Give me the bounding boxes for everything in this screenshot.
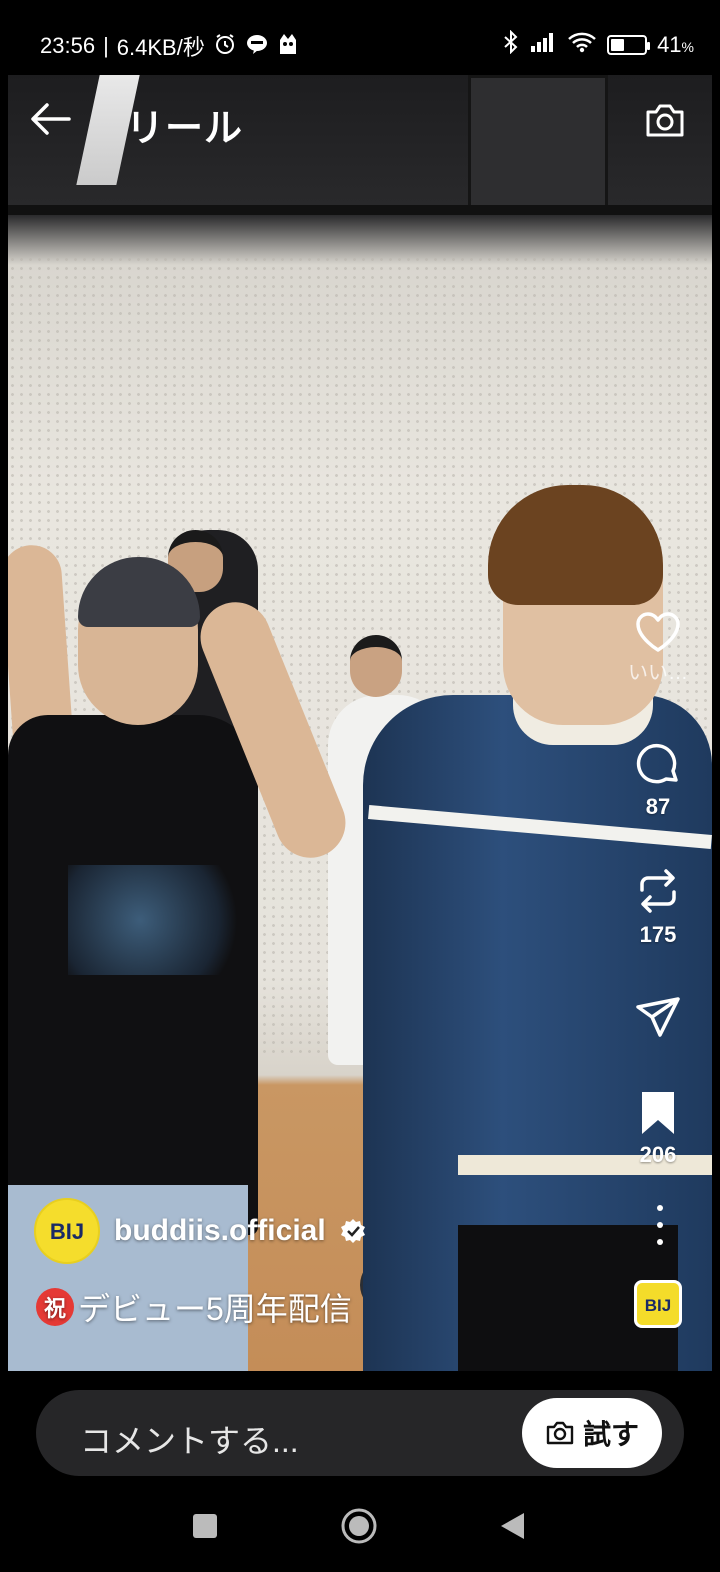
line-app-icon <box>245 32 269 61</box>
repost-button[interactable]: 175 <box>620 866 696 948</box>
status-separator: | <box>103 33 109 58</box>
share-button[interactable] <box>620 995 696 1041</box>
bluetooth-icon <box>503 29 519 59</box>
status-left: 23:56 | 6.4KB/秒 <box>40 30 299 62</box>
reel-caption[interactable]: 祝 デビュー5周年配信 <box>36 1284 352 1330</box>
bookmark-icon <box>642 1092 674 1134</box>
recents-button[interactable] <box>183 1504 227 1548</box>
reel-video[interactable] <box>8 75 712 1371</box>
wifi-icon <box>567 31 597 58</box>
caption-text: デビュー5周年配信 <box>78 1291 352 1327</box>
more-options-button[interactable] <box>650 1205 670 1245</box>
page-title: リール <box>126 108 244 150</box>
owner-username[interactable]: buddiis.official <box>114 1214 326 1248</box>
battery-percent: 41% <box>657 31 694 57</box>
system-nav-bar <box>0 1482 720 1572</box>
alarm-icon <box>213 32 237 61</box>
battery-icon <box>607 34 651 55</box>
comment-bubble-icon <box>636 743 678 784</box>
network-speed: 6.4KB/秒 <box>116 35 205 60</box>
status-bar: 23:56 | 6.4KB/秒 41% <box>0 0 720 84</box>
camera-icon <box>546 1421 574 1445</box>
back-button[interactable] <box>22 93 78 145</box>
svg-text:BIJ: BIJ <box>50 1219 84 1244</box>
reel-owner: BIJ buddiis.official <box>34 1198 366 1264</box>
background-person-2-head <box>350 635 402 697</box>
status-right: 41% <box>503 29 694 59</box>
camera-button[interactable] <box>640 95 690 145</box>
send-icon <box>636 997 680 1037</box>
home-circle-icon <box>341 1508 377 1544</box>
celebration-emoji-icon: 祝 <box>36 1288 74 1326</box>
arrow-left-icon <box>31 103 71 135</box>
ceiling-beam <box>8 205 712 215</box>
avatar[interactable]: BIJ <box>34 1198 100 1264</box>
camera-icon <box>646 104 684 137</box>
status-time: 23:56 <box>40 33 96 58</box>
comment-count: 87 <box>645 794 671 819</box>
audio-logo-image: BIJ <box>645 1296 671 1315</box>
comment-bar: コメントする... 試す <box>0 1372 720 1482</box>
like-label: いい… <box>628 662 688 684</box>
back-triangle-icon <box>501 1513 524 1539</box>
heart-icon <box>636 612 680 652</box>
reels-header: リール <box>8 75 712 165</box>
svg-text:BIJ: BIJ <box>645 1296 671 1315</box>
comment-placeholder: コメントする... <box>80 1423 299 1459</box>
comment-button[interactable]: 87 <box>620 740 696 820</box>
try-label: 試す <box>582 1419 639 1450</box>
left-person-shirt-print <box>68 865 248 975</box>
audio-thumbnail[interactable]: BIJ <box>634 1280 682 1328</box>
repost-icon <box>640 869 676 913</box>
notification-app-icon <box>277 32 299 61</box>
recents-square-icon <box>193 1514 217 1538</box>
signal-icon <box>529 31 557 58</box>
save-count: 206 <box>639 1142 677 1167</box>
comment-input[interactable]: コメントする... 試す <box>36 1390 684 1476</box>
back-nav-button[interactable] <box>490 1504 534 1548</box>
buddiis-logo: BIJ <box>50 1219 84 1244</box>
like-button[interactable]: いい… <box>620 610 696 685</box>
try-effect-button[interactable]: 試す <box>522 1398 662 1468</box>
more-vertical-icon <box>657 1205 663 1211</box>
verified-badge-icon <box>340 1219 365 1243</box>
save-button[interactable]: 206 <box>620 1090 696 1168</box>
home-button[interactable] <box>337 1504 381 1548</box>
repost-count: 175 <box>639 922 677 947</box>
left-person-shirt <box>8 715 258 1235</box>
battery-fill <box>611 38 625 51</box>
